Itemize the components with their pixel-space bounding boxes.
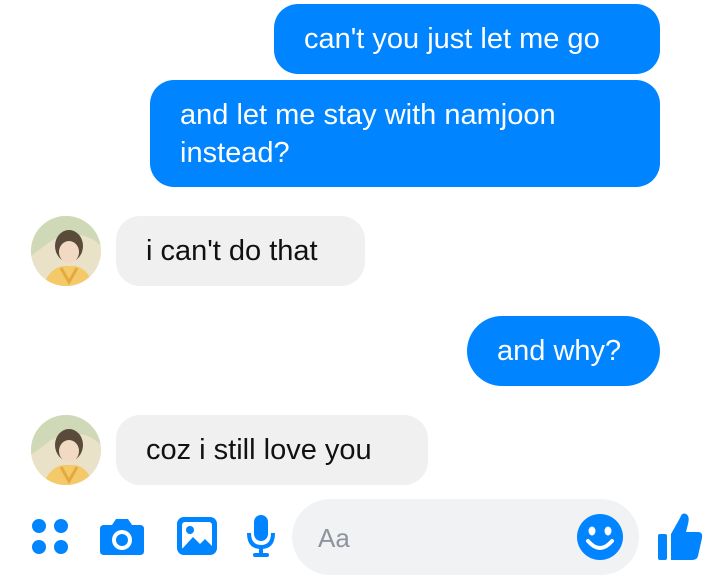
- like-icon[interactable]: [656, 510, 704, 562]
- camera-icon[interactable]: [98, 515, 146, 557]
- more-icon[interactable]: [30, 516, 70, 556]
- outgoing-message: can't you just let me go: [274, 4, 660, 74]
- avatar[interactable]: [31, 415, 101, 485]
- avatar-image: [31, 216, 101, 286]
- microphone-icon[interactable]: [246, 513, 276, 559]
- message-text: i can't do that: [146, 235, 318, 267]
- incoming-message: i can't do that: [116, 216, 365, 286]
- message-text: coz i still love you: [146, 434, 372, 466]
- message-text: can't you just let me go: [304, 23, 600, 55]
- outgoing-message: and why?: [467, 316, 660, 386]
- message-input[interactable]: [316, 499, 580, 577]
- message-text: and why?: [497, 335, 622, 367]
- emoji-icon[interactable]: [576, 513, 624, 561]
- gallery-icon[interactable]: [175, 515, 219, 557]
- message-input-container[interactable]: [292, 499, 639, 577]
- incoming-message: coz i still love you: [116, 415, 428, 485]
- outgoing-message: and let me stay with namjoon instead?: [150, 80, 660, 187]
- message-text: and let me stay with namjoon instead?: [180, 98, 556, 169]
- avatar[interactable]: [31, 216, 101, 286]
- avatar-image: [31, 415, 101, 485]
